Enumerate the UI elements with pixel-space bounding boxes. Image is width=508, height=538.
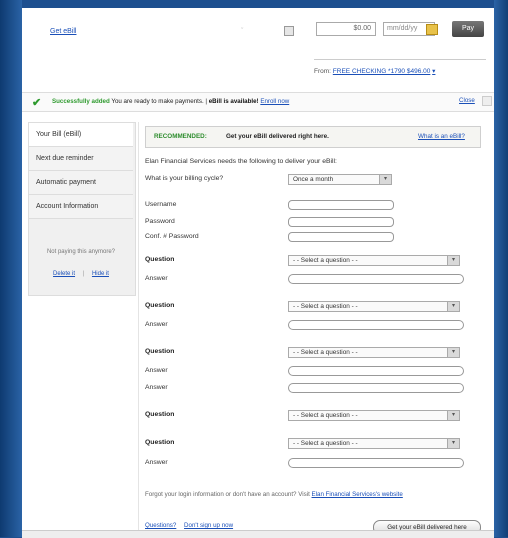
from-account-select[interactable]: FREE CHECKING *1790 $496.00 xyxy=(333,68,431,75)
info-icon[interactable] xyxy=(284,26,294,36)
form-footer-links: Questions? Don't sign up now xyxy=(145,522,239,529)
calendar-icon[interactable] xyxy=(426,24,438,35)
ebill-panel: Get eBill ˇ $0.00 mm/dd/yy Pay From: FRE… xyxy=(22,8,494,538)
ebill-form: RECOMMENDED: Get your eBill delivered ri… xyxy=(138,122,485,537)
questions-link[interactable]: Questions? xyxy=(145,522,176,529)
chevron-down-icon: ▾ xyxy=(447,411,459,420)
recommendation-box: RECOMMENDED: Get your eBill delivered ri… xyxy=(145,126,481,148)
forgot-login-text: Forgot your login information or don't h… xyxy=(145,490,475,499)
recommended-label: RECOMMENDED: xyxy=(154,133,207,140)
answer-3b-label: Answer xyxy=(145,384,168,391)
question-4-select[interactable]: - - Select a question - - ▾ xyxy=(288,410,460,421)
username-label: Username xyxy=(145,201,177,208)
window-frame-right xyxy=(494,0,508,537)
nav-account-information[interactable]: Account Information xyxy=(29,195,133,219)
confirm-password-label: Conf. # Password xyxy=(145,233,199,240)
forgot-text: Forgot your login information or don't h… xyxy=(145,491,310,498)
close-link[interactable]: Close xyxy=(459,97,475,104)
what-is-ebill-link[interactable]: What is an eBill? xyxy=(418,133,465,140)
delete-link[interactable]: Delete it xyxy=(53,271,75,277)
question-1-label: Question xyxy=(145,256,175,263)
question-1-placeholder: - - Select a question - - xyxy=(293,257,358,264)
side-nav: Your Bill (eBill) Next due reminder Auto… xyxy=(28,122,136,296)
close-icon[interactable] xyxy=(482,96,492,106)
nav-your-bill[interactable]: Your Bill (eBill) xyxy=(29,123,133,147)
question-3-label: Question xyxy=(145,348,175,355)
amount-input[interactable]: $0.00 xyxy=(316,22,376,36)
form-intro: Elan Financial Services needs the follow… xyxy=(145,158,337,165)
answer-3-field[interactable] xyxy=(288,366,464,376)
chevron-down-icon: ▾ xyxy=(447,256,459,265)
answer-5-label: Answer xyxy=(145,459,168,466)
question-3-placeholder: - - Select a question - - xyxy=(293,349,358,356)
enroll-now-link[interactable]: Enroll now xyxy=(260,98,289,105)
billing-cycle-label: What is your billing cycle? xyxy=(145,175,224,182)
nav-actions: Delete it | Hide it xyxy=(29,271,133,277)
question-5-select[interactable]: - - Select a question - - ▾ xyxy=(288,438,460,449)
username-field[interactable] xyxy=(288,200,394,210)
answer-1-label: Answer xyxy=(145,275,168,282)
answer-2-field[interactable] xyxy=(288,320,464,330)
password-field[interactable] xyxy=(288,217,394,227)
window-frame-left xyxy=(0,0,22,537)
ready-text: You are ready to make payments. xyxy=(111,98,204,105)
get-ebill-link[interactable]: Get eBill xyxy=(50,28,76,35)
question-2-label: Question xyxy=(145,302,175,309)
chevron-down-icon[interactable]: ▾ xyxy=(432,68,435,75)
dont-sign-up-link[interactable]: Don't sign up now xyxy=(184,522,233,529)
nav-next-due-reminder[interactable]: Next due reminder xyxy=(29,147,133,171)
question-5-placeholder: - - Select a question - - xyxy=(293,440,358,447)
separator: | xyxy=(82,271,85,277)
answer-2-label: Answer xyxy=(145,321,168,328)
recommended-text: Get your eBill delivered right here. xyxy=(226,133,329,140)
separator-mark: ˇ xyxy=(241,28,244,35)
hide-link[interactable]: Hide it xyxy=(92,271,109,277)
answer-5-field[interactable] xyxy=(288,458,464,468)
banner-message: Successfully added You are ready to make… xyxy=(52,98,290,105)
chevron-down-icon: ▾ xyxy=(447,439,459,448)
question-4-placeholder: - - Select a question - - xyxy=(293,412,358,419)
billing-cycle-select[interactable]: Once a month ▾ xyxy=(288,174,392,185)
available-text: eBill is available! xyxy=(208,98,259,105)
chevron-down-icon: ▾ xyxy=(447,302,459,311)
pay-button[interactable]: Pay xyxy=(452,21,484,37)
question-1-select[interactable]: - - Select a question - - ▾ xyxy=(288,255,460,266)
check-icon: ✔ xyxy=(32,97,42,109)
question-5-label: Question xyxy=(145,439,175,446)
billing-cycle-value: Once a month xyxy=(293,176,334,183)
answer-3b-field[interactable] xyxy=(288,383,464,393)
confirm-password-field[interactable] xyxy=(288,232,394,242)
chevron-down-icon: ▾ xyxy=(447,348,459,357)
chevron-down-icon: ▾ xyxy=(379,175,391,184)
success-banner: ✔ Successfully added You are ready to ma… xyxy=(22,92,494,112)
not-paying-question: Not paying this anymore? xyxy=(46,249,116,255)
from-label: From: xyxy=(314,68,331,75)
question-4-label: Question xyxy=(145,411,175,418)
divider xyxy=(314,59,486,60)
question-2-placeholder: - - Select a question - - xyxy=(293,303,358,310)
elan-website-link[interactable]: Elan Financial Services's website xyxy=(312,491,403,498)
password-label: Password xyxy=(145,218,175,225)
answer-3-label: Answer xyxy=(145,367,168,374)
from-account: From: FREE CHECKING *1790 $496.00 ▾ xyxy=(314,67,435,75)
nav-automatic-payment[interactable]: Automatic payment xyxy=(29,171,133,195)
answer-1-field[interactable] xyxy=(288,274,464,284)
question-2-select[interactable]: - - Select a question - - ▾ xyxy=(288,301,460,312)
success-text: Successfully added xyxy=(52,98,110,105)
question-3-select[interactable]: - - Select a question - - ▾ xyxy=(288,347,460,358)
